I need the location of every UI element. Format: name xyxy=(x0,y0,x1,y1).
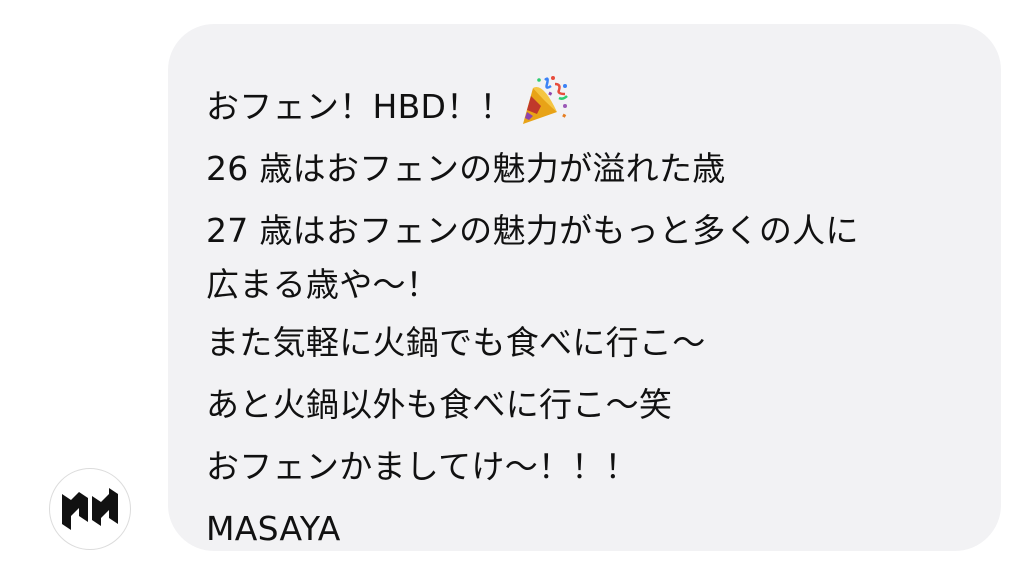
hn-logo-icon xyxy=(62,488,118,530)
party-popper-icon xyxy=(519,74,571,126)
message-signature: MASAYA xyxy=(206,509,341,548)
message-line-5: また気軽に火鍋でも食べに行こ～ xyxy=(206,323,706,362)
message-line-7: おフェンかましてけ～！！！ xyxy=(206,447,638,486)
message-bubble[interactable]: おフェン！HBD！！ 26 歳はおフェンの魅力が溢れた歳 27 歳はおフェンの魅… xyxy=(168,24,1001,551)
message-line-6: あと火鍋以外も食べに行こ～笑 xyxy=(206,385,673,424)
message-line-1: おフェン！HBD！！ xyxy=(206,74,971,138)
message-line-3: 27 歳はおフェンの魅力がもっと多くの人に xyxy=(206,211,859,250)
message-line-4: 広まる歳や〜！ xyxy=(206,265,440,304)
avatar[interactable] xyxy=(49,468,131,550)
message-line-2: 26 歳はおフェンの魅力が溢れた歳 xyxy=(206,149,726,188)
chat-thread: おフェン！HBD！！ 26 歳はおフェンの魅力が溢れた歳 27 歳はおフェンの魅… xyxy=(0,0,1014,571)
